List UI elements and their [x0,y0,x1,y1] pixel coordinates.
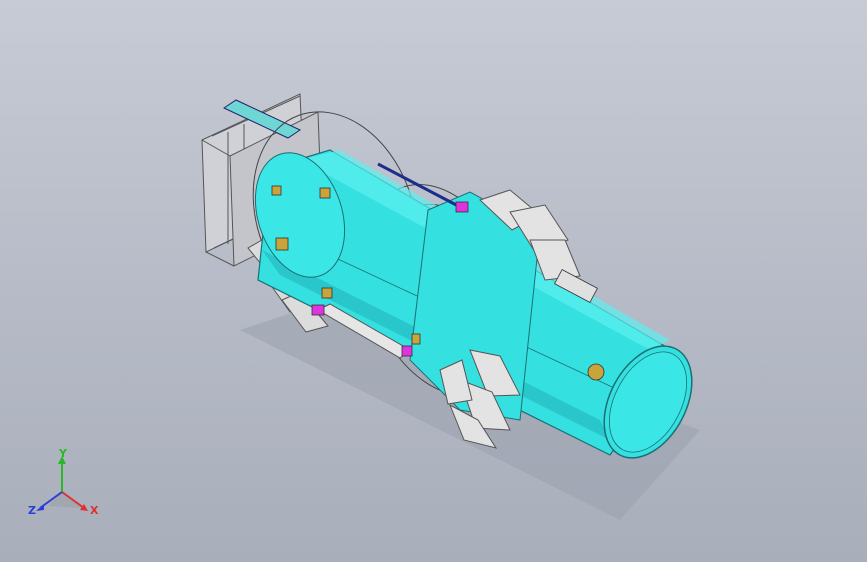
x-axis-label: X [90,504,99,517]
axis-triad: Y Z X [24,448,104,524]
3d-viewport[interactable]: Y Z X [0,0,867,562]
z-axis-label: Z [28,504,36,517]
cylinder-assembly-model[interactable] [0,0,867,562]
y-axis-label: Y [59,447,67,460]
